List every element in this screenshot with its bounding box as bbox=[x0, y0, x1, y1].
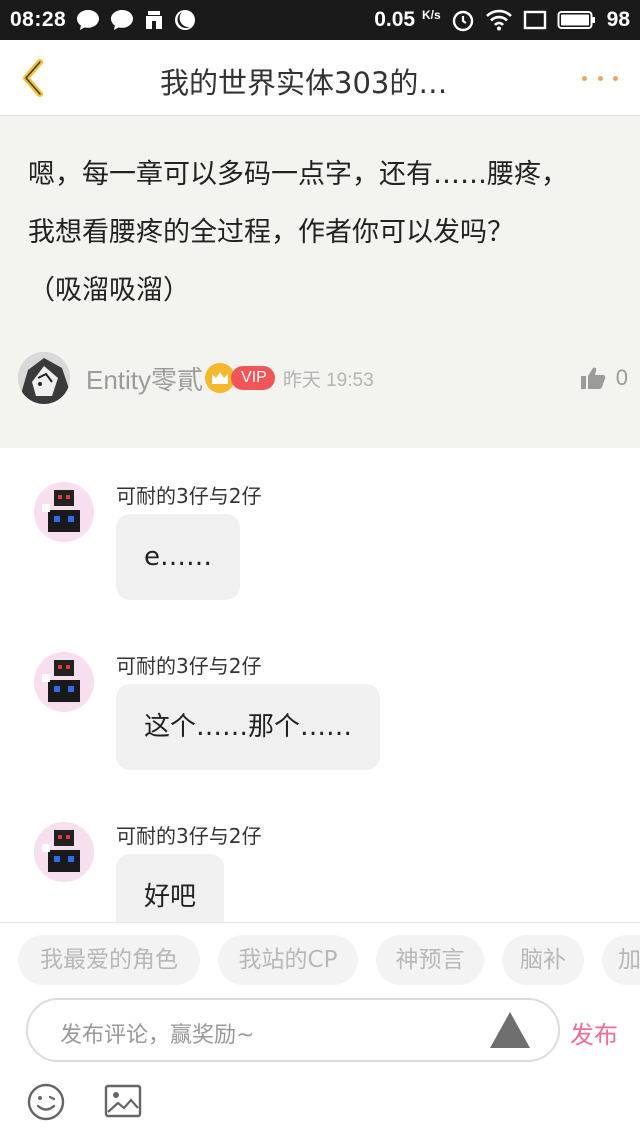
network-speed: 0.05 K/s bbox=[374, 8, 441, 31]
comment-line: （吸溜吸溜） bbox=[28, 275, 190, 306]
chevron-left-icon bbox=[23, 59, 43, 97]
author-avatar[interactable] bbox=[18, 352, 70, 404]
reply-avatar[interactable] bbox=[34, 482, 94, 542]
wifi-icon bbox=[485, 9, 513, 31]
tag-chip[interactable]: 脑补 bbox=[502, 935, 584, 985]
battery-percent: 98 bbox=[606, 8, 630, 31]
reply-bubble: e…… bbox=[116, 514, 240, 600]
reply-username[interactable]: 可耐的3仔与2仔 bbox=[116, 480, 261, 509]
comment-line: 我想看腰疼的全过程，作者你可以发吗？ bbox=[28, 217, 514, 248]
thumbs-up-icon bbox=[580, 367, 605, 389]
chat-notification-icon bbox=[76, 9, 100, 31]
like-count: 0 bbox=[615, 365, 628, 390]
reply-bubble: 好吧 bbox=[116, 854, 225, 922]
status-time: 08:28 bbox=[10, 8, 67, 31]
reply-avatar[interactable] bbox=[34, 822, 94, 882]
vip-badge: VIP bbox=[231, 366, 275, 390]
status-bar: 08:28 0.05 K/s 98 bbox=[0, 0, 640, 40]
tag-chip[interactable]: 神预言 bbox=[376, 935, 484, 985]
emoji-icon[interactable] bbox=[26, 1082, 66, 1122]
comment-input[interactable]: 发布评论，赢奖励~ bbox=[26, 998, 560, 1062]
original-comment-text: 嗯，每一章可以多码一点字，还有……腰疼， 我想看腰疼的全过程，作者你可以发吗？ … bbox=[28, 146, 618, 320]
reply-bubble: 这个……那个…… bbox=[116, 684, 381, 770]
title-bar: 我的世界实体303的… bbox=[0, 40, 640, 116]
composer-tools bbox=[0, 1074, 640, 1138]
network-speed-unit: K/s bbox=[421, 8, 441, 22]
author-name[interactable]: Entity零貳 bbox=[86, 360, 203, 397]
like-button[interactable]: 0 bbox=[580, 365, 628, 391]
more-options-button[interactable] bbox=[582, 60, 618, 96]
tag-chip[interactable]: 我最爱的角色 bbox=[18, 935, 200, 985]
reply-item: 可耐的3仔与2仔 e…… bbox=[0, 448, 640, 618]
tag-chip[interactable]: 我站的CP bbox=[218, 935, 358, 985]
reply-item: 可耐的3仔与2仔 好吧 bbox=[0, 788, 640, 922]
alarm-icon bbox=[451, 8, 475, 32]
message-notification-icon bbox=[110, 9, 134, 31]
comment-line: 嗯，每一章可以多码一点字，还有……腰疼， bbox=[28, 159, 568, 190]
comment-input-placeholder: 发布评论，赢奖励~ bbox=[60, 1023, 255, 1048]
page-title: 我的世界实体303的… bbox=[160, 66, 448, 100]
more-dot-icon bbox=[597, 75, 603, 81]
reply-item: 可耐的3仔与2仔 这个……那个…… bbox=[0, 618, 640, 788]
more-dot-icon bbox=[582, 75, 587, 81]
screen-icon bbox=[523, 10, 547, 30]
reply-avatar[interactable] bbox=[34, 652, 94, 712]
more-dot-icon bbox=[613, 75, 618, 81]
back-button[interactable] bbox=[14, 58, 54, 98]
triangle-icon[interactable] bbox=[488, 1010, 532, 1050]
tag-chip[interactable]: 加 bbox=[602, 935, 640, 985]
reply-username[interactable]: 可耐的3仔与2仔 bbox=[116, 650, 261, 679]
comment-time: 昨天 19:53 bbox=[282, 369, 374, 391]
battery-icon bbox=[557, 10, 597, 30]
image-icon[interactable] bbox=[104, 1084, 142, 1118]
reply-username[interactable]: 可耐的3仔与2仔 bbox=[116, 820, 261, 849]
reply-list[interactable]: 可耐的3仔与2仔 e…… 可耐的3仔与2仔 这个……那个…… 可耐的3仔与2仔 … bbox=[0, 448, 640, 922]
moon-app-icon bbox=[174, 9, 196, 31]
quick-tag-bar[interactable]: 我最爱的角色 我站的CP 神预言 脑补 加 bbox=[0, 922, 640, 998]
comment-meta: Entity零貳 VIP 昨天 19:53 0 bbox=[18, 352, 628, 404]
publish-button[interactable]: 发布 bbox=[570, 1015, 618, 1050]
store-notification-icon bbox=[144, 10, 164, 30]
original-comment: 嗯，每一章可以多码一点字，还有……腰疼， 我想看腰疼的全过程，作者你可以发吗？ … bbox=[0, 116, 640, 448]
